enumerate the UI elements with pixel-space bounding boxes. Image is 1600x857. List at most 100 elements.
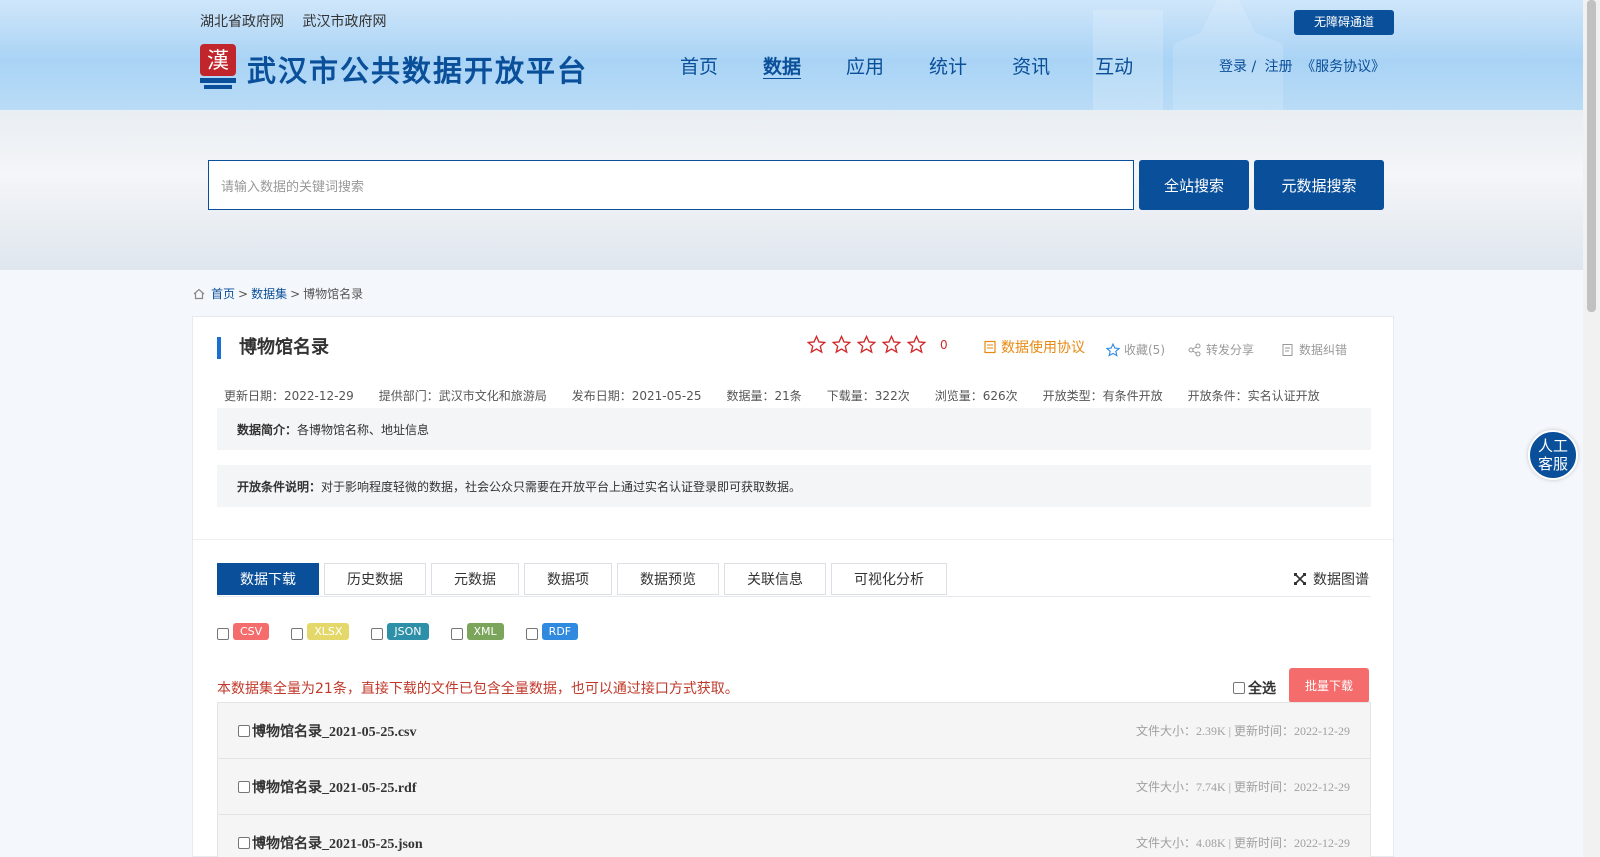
condition-text: 对于影响程度轻微的数据，社会公众只需要在开放平台上通过实名认证登录即可获取数据。 [321,479,802,494]
nav-data[interactable]: 数据 [763,52,801,79]
nav-apps[interactable]: 应用 [846,52,884,79]
link-wuhan-gov[interactable]: 武汉市政府网 [302,14,386,30]
site-title[interactable]: 武汉市公共数据开放平台 [247,48,588,90]
share-button[interactable]: 转发分享 [1188,341,1254,358]
format-filters: CSV XLSX JSON XML RDF [217,623,600,640]
format-checkbox[interactable] [525,627,538,640]
open-condition-note: 开放条件说明： 对于影响程度轻微的数据，社会公众只需要在开放平台上通过实名认证登… [217,465,1371,507]
download-notice: 本数据集全量为21条，直接下载的文件已包含全量数据，也可以通过接口方式获取。 [217,681,739,697]
data-agreement-link[interactable]: 数据使用协议 [983,337,1085,357]
format-checkbox[interactable] [291,627,304,640]
format-checkbox[interactable] [217,627,229,640]
file-row: 博物馆名录_2021-05-25.csv 文件大小：2.39K | 更新时间：2… [217,702,1371,759]
link-hubei-gov[interactable]: 湖北省政府网 [200,14,284,30]
format-json[interactable]: JSON [371,623,429,640]
meta-publish-date: 发布日期：2021-05-25 [571,389,702,403]
report-error-label: 数据纠错 [1299,343,1348,357]
format-xml[interactable]: XML [450,623,504,640]
data-graph-link[interactable]: 数据图谱 [1293,569,1369,589]
header-decoration-tower [1173,0,1283,110]
batch-download-button[interactable]: 批量下载 [1289,668,1369,703]
select-all[interactable]: 全选 [1233,678,1276,698]
expand-icon [1294,573,1306,585]
favorite-button[interactable]: 收藏(5) [1106,341,1165,358]
breadcrumb-home[interactable]: 首页 [211,285,235,302]
home-icon [193,288,205,299]
register-link[interactable]: 注册 [1265,59,1293,75]
nav-home[interactable]: 首页 [680,52,718,79]
data-agreement-label: 数据使用协议 [1001,340,1085,356]
format-checkbox[interactable] [450,627,463,640]
tab-visualization[interactable]: 可视化分析 [831,563,947,595]
file-name[interactable]: 博物馆名录_2021-05-25.rdf [252,777,417,797]
dataset-card: 博物馆名录 0 数据使用协议 收藏(5) 转发分享 数据纠错 更新日期：2022… [192,316,1394,857]
report-error-button[interactable]: 数据纠错 [1281,341,1347,358]
file-checkbox[interactable] [238,724,250,737]
file-name[interactable]: 博物馆名录_2021-05-25.json [252,833,423,853]
format-rdf[interactable]: RDF [525,623,579,640]
dataset-tabs: 数据下载 历史数据 元数据 数据项 数据预览 关联信息 可视化分析 [217,563,952,595]
rating-stars: 0 [807,335,948,354]
file-checkbox[interactable] [238,836,250,849]
top-links: 湖北省政府网 武汉市政府网 [200,11,400,31]
dataset-summary: 数据简介： 各博物馆名称、地址信息 [217,408,1371,450]
metadata-search-button[interactable]: 元数据搜索 [1254,160,1384,210]
meta-open-type: 开放类型：有条件开放 [1042,389,1163,403]
data-graph-label: 数据图谱 [1313,572,1369,588]
tab-preview[interactable]: 数据预览 [617,563,719,595]
star-icon[interactable] [832,335,851,354]
file-row: 博物馆名录_2021-05-25.json 文件大小：4.08K | 更新时间：… [217,814,1371,857]
customer-service-label: 人工客服 [1537,437,1568,473]
tab-data-items[interactable]: 数据项 [524,563,612,595]
nav-news[interactable]: 资讯 [1012,52,1050,79]
condition-label: 开放条件说明： [237,479,322,494]
tab-download[interactable]: 数据下载 [217,563,319,595]
service-agreement-link[interactable]: 《服务协议》 [1301,59,1385,75]
document-icon [984,340,996,354]
breadcrumb-separator: > [290,286,301,301]
nav-stats[interactable]: 统计 [929,52,967,79]
format-tag-json: JSON [387,623,429,640]
file-info: 文件大小：4.08K | 更新时间：2022-12-29 [1135,836,1350,850]
accessibility-button[interactable]: 无障碍通道 [1294,10,1394,35]
file-row: 博物馆名录_2021-05-25.rdf 文件大小：7.74K | 更新时间：2… [217,758,1371,815]
breadcrumb-datasets[interactable]: 数据集 [251,285,287,302]
file-name[interactable]: 博物馆名录_2021-05-25.csv [252,721,417,741]
star-icon[interactable] [882,335,901,354]
breadcrumb: 首页 > 数据集 > 博物馆名录 [193,285,363,302]
star-icon[interactable] [857,335,876,354]
login-link[interactable]: 登录 / [1219,59,1256,75]
tab-related[interactable]: 关联信息 [724,563,826,595]
site-search-button[interactable]: 全站搜索 [1139,160,1249,210]
format-xlsx[interactable]: XLSX [291,623,350,640]
breadcrumb-current: 博物馆名录 [303,287,364,301]
select-all-checkbox[interactable] [1233,682,1245,694]
favorite-label: 收藏(5) [1124,343,1165,357]
format-tag-rdf: RDF [541,623,579,640]
summary-text: 各博物馆名称、地址信息 [297,422,430,437]
wuhan-logo[interactable]: 漢 [198,42,238,90]
meta-open-condition: 开放条件：实名认证开放 [1187,389,1320,403]
dataset-title: 博物馆名录 [217,337,329,359]
search-input[interactable]: 请输入数据的关键词搜索 [208,160,1134,210]
file-checkbox[interactable] [238,780,250,793]
dataset-meta: 更新日期：2022-12-29 提供部门：武汉市文化和旅游局 发布日期：2021… [224,387,1345,404]
star-icon[interactable] [907,335,926,354]
format-csv[interactable]: CSV [217,623,270,640]
summary-label: 数据简介： [237,422,298,437]
share-icon [1188,343,1201,356]
page-scrollbar[interactable] [1583,0,1600,857]
star-icon[interactable] [807,335,826,354]
format-tag-xlsx: XLSX [307,623,350,640]
site-header: 湖北省政府网 武汉市政府网 无障碍通道 漢 武汉市公共数据开放平台 首页 数据 … [0,0,1583,110]
customer-service-button[interactable]: 人工客服 [1528,430,1578,480]
meta-download-count: 下载量：322次 [826,389,910,403]
file-info: 文件大小：2.39K | 更新时间：2022-12-29 [1135,724,1350,738]
tab-history[interactable]: 历史数据 [324,563,426,595]
scrollbar-thumb[interactable] [1587,0,1596,312]
format-checkbox[interactable] [371,627,384,640]
meta-update-date: 更新日期：2022-12-29 [224,389,354,403]
nav-interact[interactable]: 互动 [1095,52,1133,79]
format-tag-csv: CSV [233,623,270,640]
tab-metadata[interactable]: 元数据 [431,563,519,595]
